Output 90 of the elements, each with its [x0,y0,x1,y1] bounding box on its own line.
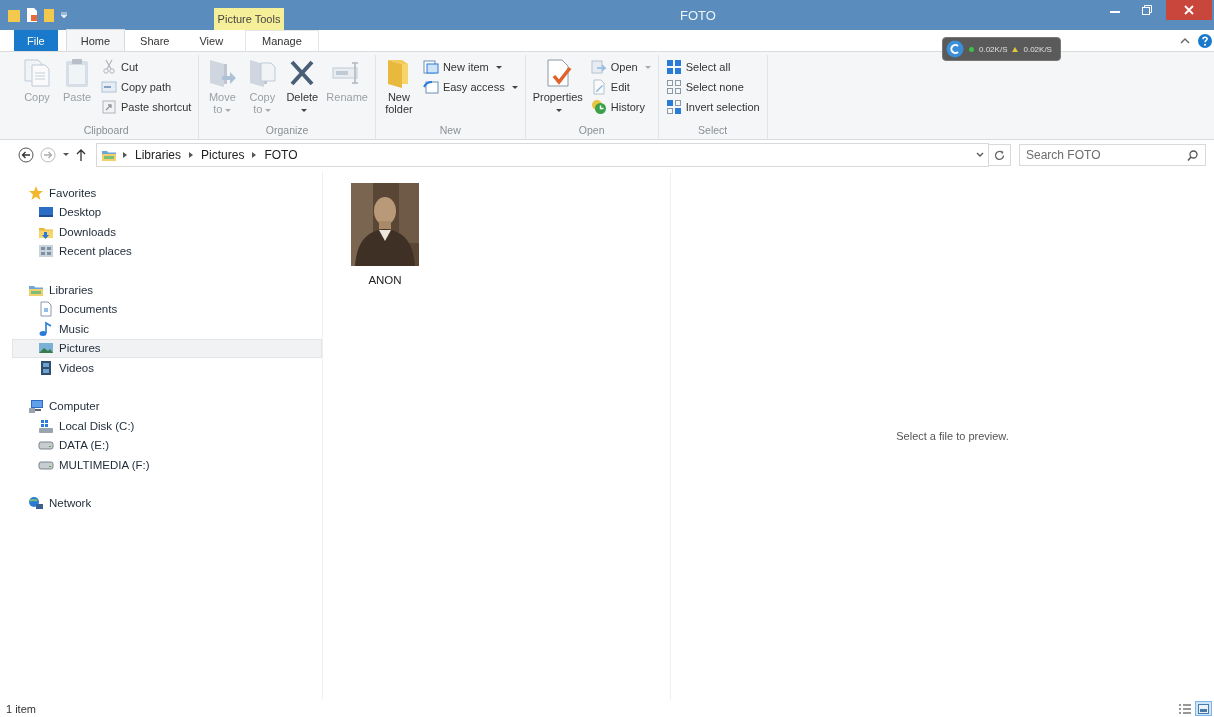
window-title: FOTO [680,7,716,23]
refresh-button[interactable] [989,144,1011,166]
group-label: Organize [264,123,310,138]
download-dot-icon [969,46,974,52]
breadcrumb[interactable]: FOTO [262,148,300,162]
nav-item[interactable]: Pictures [12,338,322,358]
invert-selection-icon [665,99,682,115]
nav-item[interactable]: Favorites [0,183,322,203]
close-button[interactable] [1166,0,1212,20]
edit-icon [590,79,607,95]
ribbon-button[interactable]: Delete [283,55,322,117]
large-icons-view-icon [1197,702,1210,715]
preview-message: Select a file to preview. [896,429,1009,442]
film-icon [38,359,54,376]
refresh-icon [994,149,1005,161]
ribbon-tab[interactable]: Home [65,29,126,51]
recent-locations-icon[interactable] [62,152,70,158]
nav-item[interactable]: Recent places [0,241,322,261]
address-bar[interactable]: Libraries Pictures FOTO [96,143,989,167]
nav-item[interactable]: Local Disk (C:) [0,416,322,436]
separator-icon [189,152,194,158]
select-none-icon [665,79,682,95]
nav-item[interactable]: DATA (E:) [0,435,322,455]
ribbon-tab[interactable]: View [184,30,239,51]
copy-icon [21,57,53,89]
download-speed: 0.02K/S [979,44,1008,54]
ribbon-tab[interactable]: Manage [245,30,319,51]
breadcrumb[interactable]: Pictures [199,148,247,162]
shortcut-icon [101,99,117,115]
music-note-icon [38,320,54,337]
view-button[interactable] [1195,701,1212,716]
recent-places-icon [38,243,54,260]
group-label: New [438,123,462,138]
dropdown-icon[interactable] [976,152,984,158]
path-icon [101,79,117,95]
upload-triangle-icon [1012,46,1019,52]
drive-icon [38,417,54,434]
group-label: Open [577,123,606,138]
network-icon [28,495,44,512]
nav-item[interactable]: Libraries [0,280,322,300]
nav-item[interactable]: Downloads [0,222,322,242]
separator-icon [123,152,127,158]
ribbon-tab[interactable]: Share [125,30,185,51]
open-icon [590,59,607,75]
nav-item[interactable]: Desktop [0,202,322,222]
nav-item[interactable]: Videos [0,358,322,378]
history-icon [590,99,607,115]
ribbon-button[interactable]: History [587,98,654,116]
breadcrumb[interactable]: Libraries [133,148,184,162]
separator-icon [252,152,257,158]
ribbon-button[interactable]: Properties [529,55,586,117]
ribbon-button[interactable]: Select none [662,78,763,96]
ribbon-button[interactable]: New item [419,58,521,76]
contextual-tab-header: Picture Tools [214,8,284,30]
folder-icon[interactable] [44,8,54,22]
nav-item[interactable]: Computer [0,396,322,416]
close-icon [1184,5,1194,15]
ribbon-button[interactable]: Easy access [419,78,521,96]
star-icon [28,184,44,201]
nav-item[interactable]: MULTIMEDIA (F:) [0,455,322,475]
easy-access-icon [422,79,439,95]
search-field[interactable]: Search FOTO [1019,144,1206,166]
help-icon[interactable] [1198,33,1212,48]
item-count: 1 item [6,702,36,715]
new-item-icon [422,59,439,75]
folder-icon[interactable] [8,8,20,22]
meter-logo-icon [946,40,964,58]
ribbon-tab[interactable]: File [14,30,58,51]
collapse-ribbon-icon[interactable] [1180,36,1190,45]
group-label: Clipboard [82,123,130,138]
document-icon [38,301,54,318]
up-arrow-icon[interactable] [76,149,86,161]
computer-icon [28,398,44,415]
nav-item[interactable]: Music [0,319,322,339]
upload-speed: 0.02K/S [1023,44,1052,54]
restore-icon [1142,5,1152,15]
ribbon-button[interactable]: New folder [379,55,418,117]
details-view-icon [1178,702,1191,715]
nav-item[interactable]: Network [0,493,322,513]
page-icon[interactable] [26,8,38,22]
nav-item[interactable]: Documents [0,299,322,319]
group-label: Select [697,123,729,138]
ribbon-button[interactable]: Invert selection [662,98,763,116]
search-icon [1187,150,1198,161]
file-item[interactable]: ANON [348,181,422,288]
back-button[interactable] [18,147,34,163]
select-all-icon [665,59,682,75]
view-button[interactable] [1176,701,1193,716]
ribbon-button[interactable]: Select all [662,58,763,76]
scissors-icon [101,59,117,75]
